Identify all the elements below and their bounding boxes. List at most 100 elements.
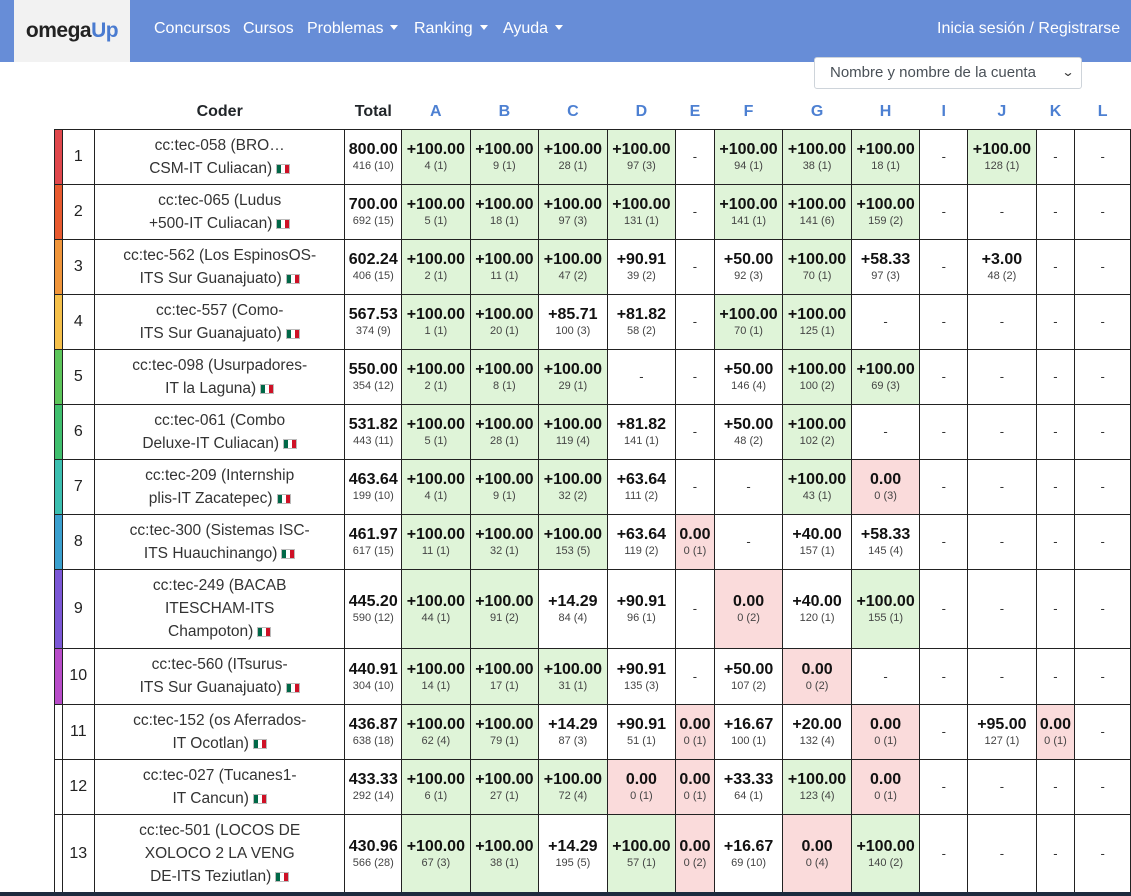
chevron-down-icon: ⌄ [1061,65,1075,79]
problem-score: 0.00 [679,526,711,543]
score-cell-f: - [713,458,784,515]
rank-color-bar [54,647,63,705]
no-attempt-dash: - [941,369,946,384]
total-cell: 463.64 199 (10) [344,458,403,515]
coder-name-line: DE-ITS Teziutlan) [95,865,344,888]
score-cell-h: +100.00 18 (1) [850,128,921,185]
rank-cell: 7 [61,458,95,515]
score-cell-g: +100.00 70 (1) [782,238,852,295]
no-attempt-dash: - [941,601,946,616]
coder-name-line: ITS Huauchinango) [95,542,344,565]
coder-cell: cc:tec-562 (Los EspinosOS- ITS Sur Guanaj… [93,238,346,295]
score-cell-d: 0.00 0 (1) [606,758,677,815]
problem-header-c[interactable]: C [539,96,608,129]
table-row: 11 cc:tec-152 (os Aferrados- IT Ocotlan) 43… [54,703,1131,760]
problem-score: 0.00 [870,716,902,733]
no-attempt-dash: - [941,424,946,439]
score-cell-a: +100.00 11 (1) [401,513,471,570]
coder-name-line: Deluxe-IT Culiacan) [95,432,344,455]
score-cell-d: +90.91 51 (1) [606,703,677,760]
table-row: 5 cc:tec-098 (Usurpadores- IT la Laguna) 55… [54,348,1131,405]
total-penalty: 406 (15) [352,270,394,282]
problem-score: +100.00 [972,141,1032,158]
total-penalty: 443 (11) [353,435,394,447]
problem-header-d[interactable]: D [607,96,676,129]
problem-header-i[interactable]: I [920,96,968,129]
problem-score: +100.00 [787,471,847,488]
score-cell-e: - [675,348,715,405]
score-cell-f: +50.00 92 (3) [713,238,784,295]
scoreboard-table: Coder Total A B C D E F G H I J K L 1 cc:tec-058 (BRO…… [54,96,1131,894]
nav-problemas-dropdown[interactable]: Problemas [307,20,399,38]
problem-penalty: 119 (2) [624,545,659,557]
problem-header-l[interactable]: L [1075,96,1131,129]
problem-penalty: 141 (6) [799,215,835,227]
score-cell-d: +100.00 131 (1) [606,183,677,240]
coder-cell: cc:tec-560 (ITsurus- ITS Sur Guanajuato) [93,647,346,705]
coder-cell: cc:tec-501 (LOCOS DE XOLOCO 2 LA VENG DE-I… [93,813,346,894]
total-penalty: 566 (28) [352,857,394,869]
score-cell-c: +100.00 31 (1) [538,647,608,705]
no-attempt-dash: - [692,149,698,164]
problem-penalty: 123 (4) [799,790,835,802]
problem-header-a[interactable]: A [402,96,471,129]
login-register-link[interactable]: Inicia sesión / Registrarse [937,20,1120,38]
coder-name-text: Deluxe-IT Culiacan) [142,434,280,452]
no-attempt-dash: - [883,314,888,329]
problem-score: +100.00 [475,416,534,433]
score-cell-d: +63.64 111 (2) [606,458,677,515]
problem-penalty: 8 (1) [493,380,516,392]
total-score: 531.82 [348,416,398,433]
problem-score: +100.00 [406,196,465,213]
problem-penalty: 102 (2) [799,435,835,447]
coder-cell: cc:tec-065 (Ludus +500-IT Culiacan) [93,183,346,240]
total-score: 433.33 [348,771,398,788]
problem-penalty: 91 (2) [489,612,519,624]
problem-score: +100.00 [475,660,534,678]
score-cell-l: - [1074,293,1131,350]
problem-score: +100.00 [612,196,671,213]
rank-cell: 11 [61,703,95,760]
problem-header-j[interactable]: J [968,96,1037,129]
score-cell-b: +100.00 38 (1) [469,813,540,894]
score-cell-j: - [967,513,1037,570]
score-cell-d: +63.64 119 (2) [606,513,677,570]
problem-score: +81.82 [616,306,667,323]
coder-name-text: cc:tec-501 (LOCOS DE [139,822,301,839]
coder-name-text: ITS Sur Guanajuato) [139,269,282,287]
rank-color-bar [54,458,63,515]
problem-header-g[interactable]: G [783,96,852,129]
nav-cursos[interactable]: Cursos [243,20,294,38]
score-cell-h: +58.33 145 (4) [850,513,921,570]
nav-concursos-label: Concursos [154,20,231,37]
problem-score: +100.00 [612,838,671,855]
sort-name-select[interactable]: Nombre y nombre de la cuenta ⌄ [814,57,1082,89]
problem-penalty: 29 (1) [558,380,588,392]
problem-penalty: 0 (2) [737,612,760,624]
coder-name-text: cc:tec-061 (Combo [154,411,286,429]
problem-penalty: 125 (1) [799,325,835,337]
nav-concursos[interactable]: Concursos [154,20,230,38]
coder-name-line: cc:tec-058 (BRO… [95,134,344,157]
problem-header-k[interactable]: K [1036,96,1075,129]
coder-name-text: cc:tec-249 (BACAB [152,577,287,594]
problem-score: +100.00 [475,361,534,378]
problem-header-b[interactable]: B [470,96,539,129]
score-cell-g: +100.00 125 (1) [782,293,852,350]
problem-penalty: 5 (1) [424,215,448,227]
no-attempt-dash: - [1053,204,1058,219]
problem-header-e[interactable]: E [676,96,715,129]
caret-down-icon [555,25,564,30]
problem-header-f[interactable]: F [714,96,783,129]
score-cell-k: - [1035,568,1076,649]
score-cell-c: +100.00 153 (5) [538,513,608,570]
rank-color-bar [54,348,63,405]
omegaup-logo[interactable]: omega Up [14,0,130,62]
score-cell-h: +100.00 69 (3) [850,348,921,405]
nav-ranking-dropdown[interactable]: Ranking [414,20,488,38]
problem-score: +100.00 [543,141,602,158]
nav-ayuda-dropdown[interactable]: Ayuda [503,20,564,38]
problem-score: 0.00 [625,771,657,788]
problem-header-h[interactable]: H [851,96,920,129]
problem-penalty: 6 (1) [424,790,448,802]
